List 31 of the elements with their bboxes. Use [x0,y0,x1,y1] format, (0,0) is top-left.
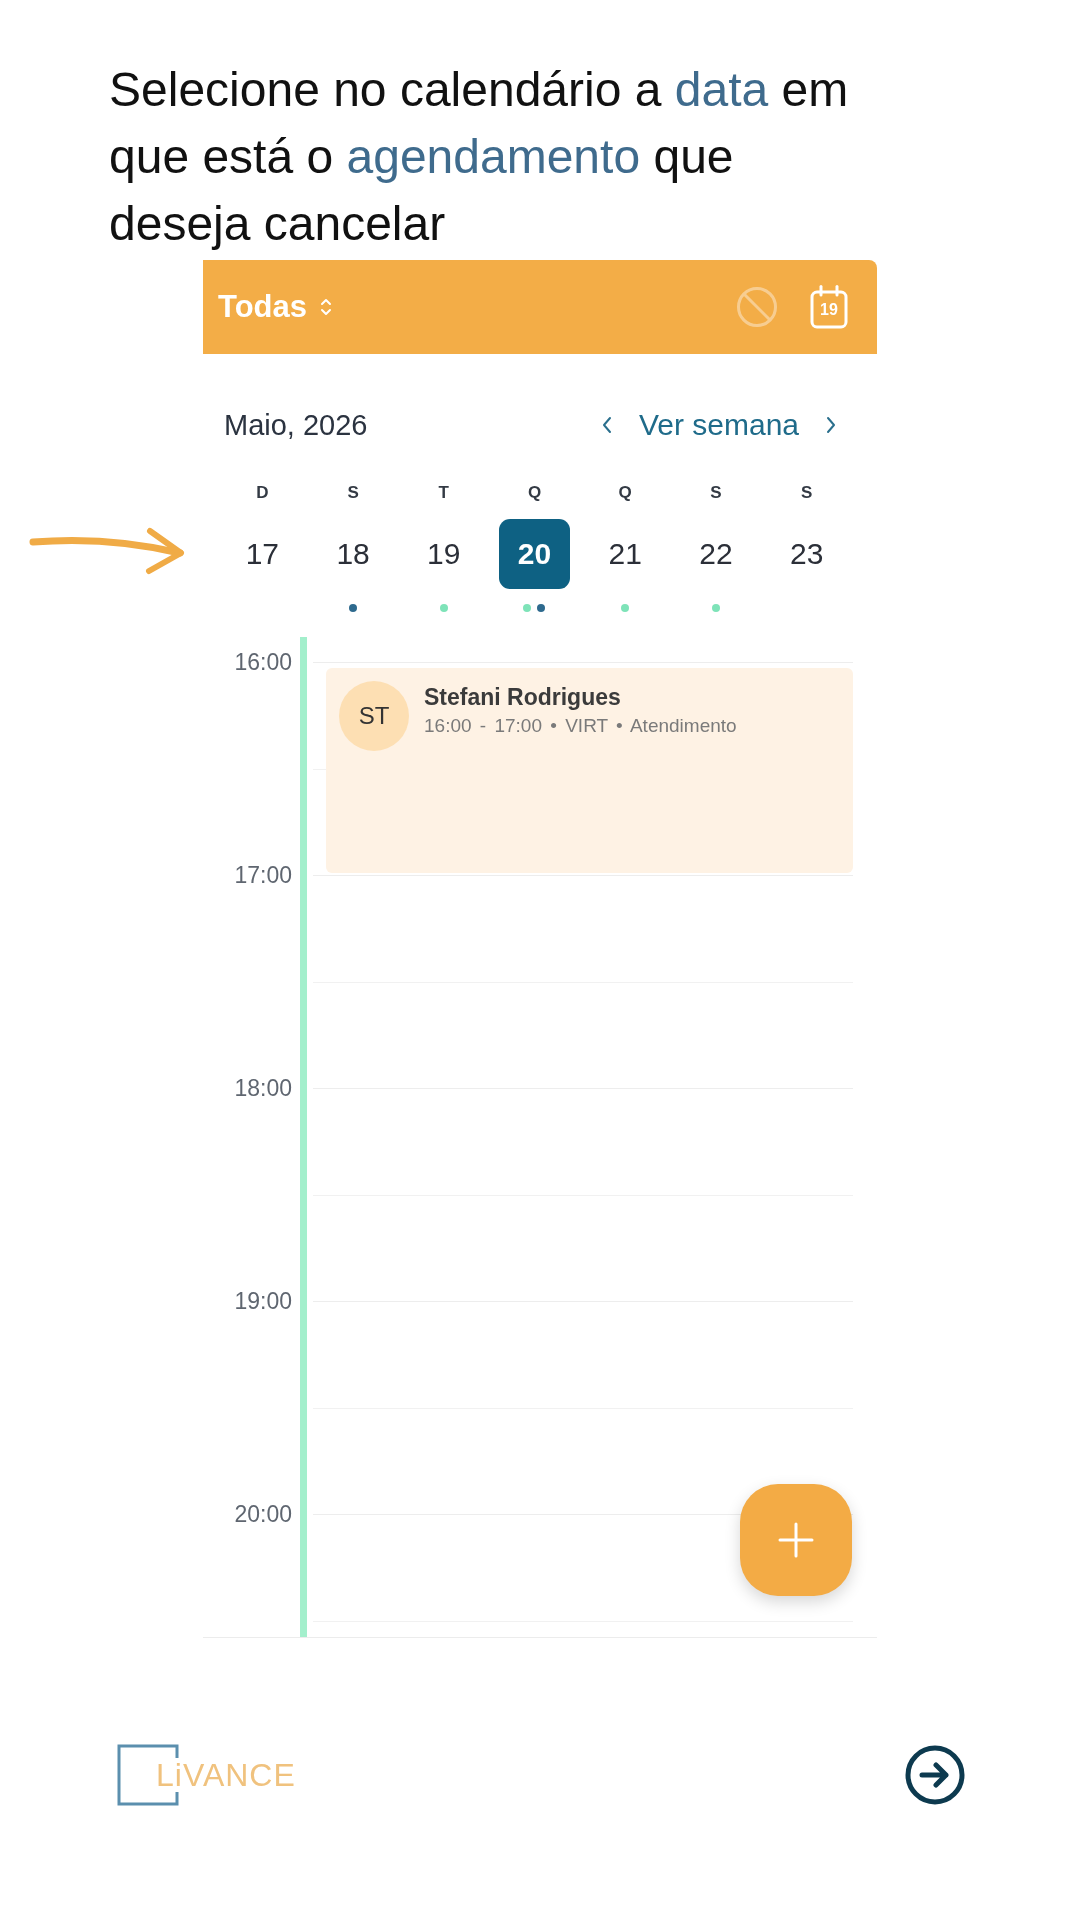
day-button[interactable]: 19 [408,519,480,589]
instruction-text: Selecione no calendário a data em que está o agendamento que deseja cancelar [108,62,850,252]
hour-label: 17:00 [234,862,292,888]
day-button[interactable]: 18 [317,519,389,589]
avatar: ST [339,681,409,751]
brand-logo: LiVANCE [117,1744,296,1806]
weekday-label: S [347,482,359,504]
hour-label: 18:00 [234,1075,292,1101]
day-button[interactable]: 21 [589,519,661,589]
weekday-label: D [256,482,269,504]
sort-chevrons-icon [319,296,333,318]
day-button[interactable]: 20 [499,519,570,589]
chevron-left-icon[interactable] [600,415,613,435]
week-view-link[interactable]: Ver semana [638,408,799,442]
plus-icon [778,1522,814,1558]
hour-label: 16:00 [234,649,292,675]
hour-label: 19:00 [234,1288,292,1314]
day-button[interactable]: 23 [771,519,843,589]
chevron-right-icon[interactable] [825,415,837,435]
day-button[interactable]: 17 [226,519,298,589]
weekday-label: S [800,482,813,504]
weekday-label: S [710,482,722,504]
event-details: 16:00 - 17:00 • VIRT • Atendimento [424,714,737,738]
weekday-label: T [438,482,449,504]
month-title: Maio, 2026 [224,408,368,442]
weekday-label: Q [618,482,632,504]
day-button[interactable]: 22 [680,519,752,589]
event-title: Stefani Rodrigues [424,683,622,712]
event-card[interactable]: ST Stefani Rodrigues 16:00 - 17:00 • VIRT • Atendimento [326,668,853,873]
weekday-label: Q [527,482,542,504]
hour-label: 20:00 [234,1501,292,1527]
